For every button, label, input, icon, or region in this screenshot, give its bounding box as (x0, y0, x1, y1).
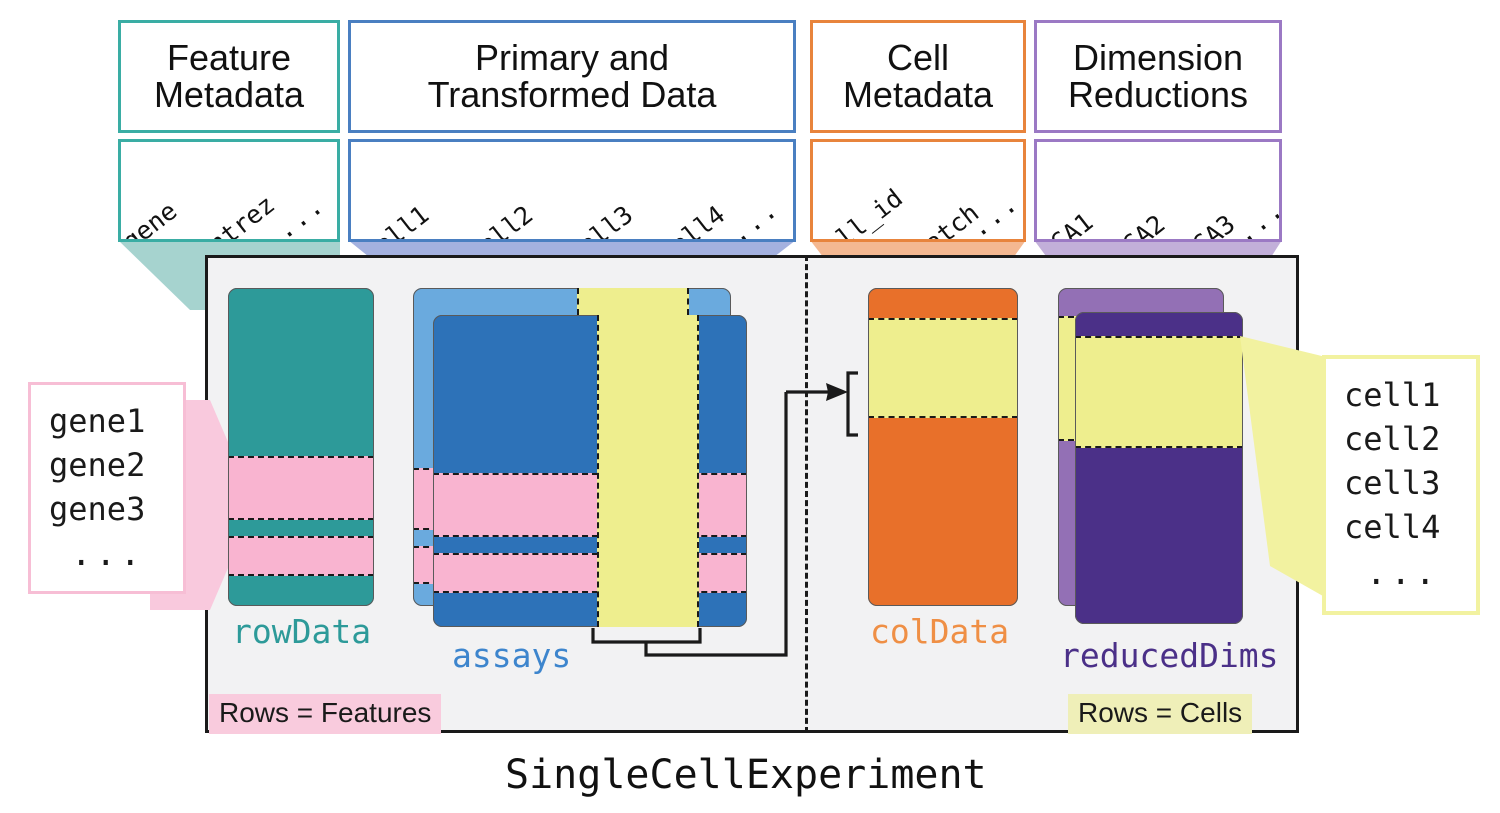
panel-header-feature-metadata: Feature Metadata (118, 20, 340, 133)
slot-label-assays: assays (452, 636, 572, 675)
panel-header-line-2: Metadata (153, 73, 305, 115)
slot-label-rowdata: rowData (232, 612, 372, 651)
gene-callout: gene1 gene2 gene3 ... (28, 382, 186, 594)
column-name-cell4: cell4 (653, 199, 731, 242)
rowdata-feature-highlight-2 (228, 536, 374, 576)
panel-columns-primary-transformed: cell1 cell2 cell3 cell4 ... (348, 139, 796, 242)
column-ellipsis-dimred: ... (1230, 193, 1282, 242)
coldata-block (868, 288, 1018, 606)
assays-back-cell-column (577, 288, 689, 315)
gene-callout-item-2: gene2 (49, 446, 146, 485)
column-name-pca2: PCA2 (1105, 209, 1171, 242)
diagram-canvas: Feature Metadata gene entrez ... Primary… (0, 0, 1500, 813)
column-name-cell2: cell2 (461, 199, 539, 242)
gene-callout-item-3: gene3 (49, 490, 146, 529)
gene-callout-ellipsis: ... (71, 534, 145, 575)
cell-callout-item-2: cell2 (1344, 420, 1441, 459)
column-name-gene: gene (118, 196, 183, 242)
gene-callout-item-1: gene1 (49, 402, 146, 440)
cell-callout-item-3: cell3 (1344, 464, 1441, 503)
column-ellipsis-primary: ... (724, 193, 785, 242)
reduceddims-front-highlight (1075, 336, 1243, 448)
diagram-title: SingleCellExperiment (505, 752, 987, 798)
panel-header-line-1: Feature (166, 36, 292, 78)
panel-header-line-1: Dimension (1072, 36, 1244, 78)
rows-orientation-divider (805, 255, 808, 733)
assays-to-coldata-connector (591, 371, 858, 657)
panel-header-cell-metadata: Cell Metadata (810, 20, 1026, 133)
rowdata-block (228, 288, 374, 606)
column-ellipsis-feature: ... (270, 189, 331, 242)
panel-header-line-1: Cell (886, 36, 949, 78)
cell-callout-item-1: cell1 (1344, 376, 1441, 414)
panel-columns-cell-metadata: cell_id batch ... (810, 139, 1026, 242)
column-ellipsis-cell: ... (964, 187, 1025, 242)
panel-header-line-2: Transformed Data (427, 73, 717, 115)
slot-label-reduceddims: reducedDims (1060, 636, 1279, 675)
rows-cells-badge: Rows = Cells (1068, 694, 1253, 734)
column-name-cell1: cell1 (357, 199, 435, 242)
cell-callout-ellipsis: ... (1366, 552, 1440, 593)
cell-callout: cell1 cell2 cell3 cell4 ... (1322, 355, 1480, 615)
coldata-cell-highlight (868, 318, 1018, 418)
column-name-cell3: cell3 (561, 199, 639, 242)
slot-label-coldata: colData (870, 612, 1010, 651)
rowdata-feature-highlight-1 (228, 456, 374, 520)
panel-header-line-2: Reductions (1067, 73, 1249, 115)
panel-header-line-1: Primary and (474, 36, 670, 78)
reduceddims-front-layer (1075, 312, 1243, 624)
panel-header-line-2: Metadata (842, 73, 994, 115)
panel-columns-dimension-reductions: PCA1 PCA2 PCA3 ... (1034, 139, 1282, 242)
column-name-entrez: entrez (191, 189, 281, 242)
panel-header-primary-transformed: Primary and Transformed Data (348, 20, 796, 133)
column-name-cell-id: cell_id (810, 183, 909, 242)
panel-columns-feature-metadata: gene entrez ... (118, 139, 340, 242)
cell-callout-item-4: cell4 (1344, 508, 1441, 547)
column-name-pca1: PCA1 (1034, 207, 1099, 242)
panel-header-dimension-reductions: Dimension Reductions (1034, 20, 1282, 133)
rows-features-badge: Rows = Features (209, 694, 442, 734)
